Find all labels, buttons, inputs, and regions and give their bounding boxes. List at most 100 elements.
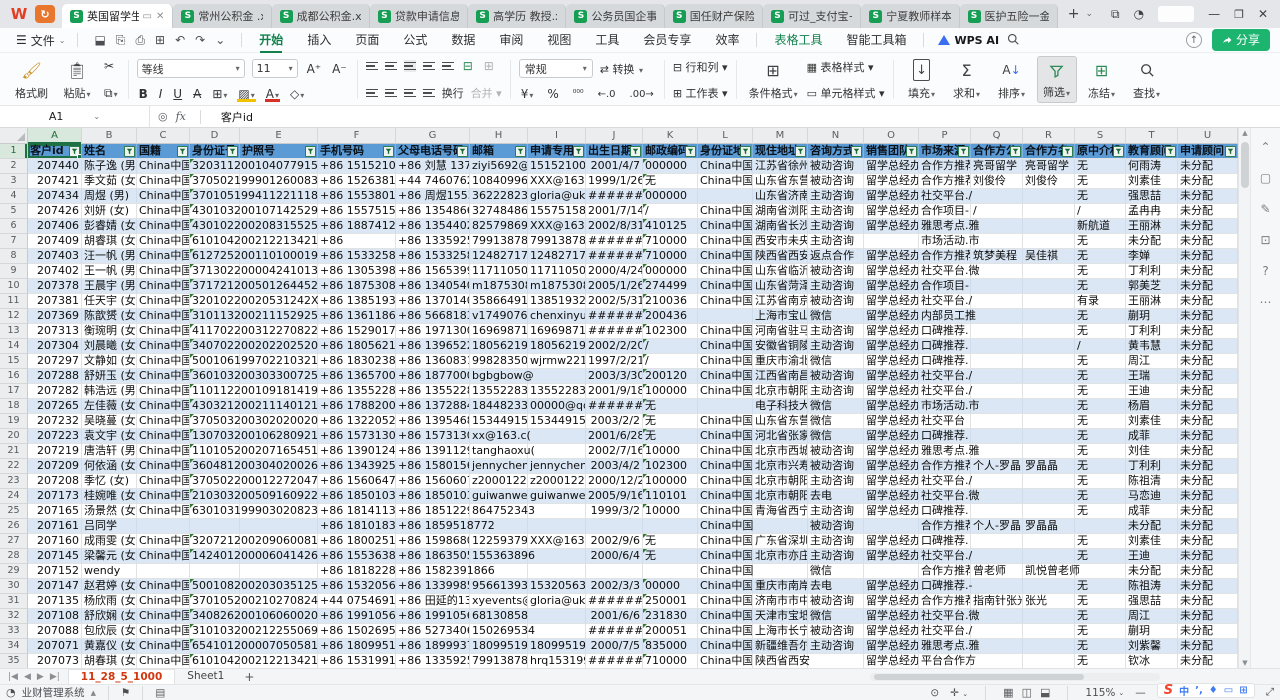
cell[interactable]: 207160 xyxy=(28,534,82,548)
cell[interactable]: bgbgbow@ xyxy=(470,369,528,383)
cell[interactable]: +86 1354866895 xyxy=(396,204,470,218)
cell[interactable]: 周煜 (男) xyxy=(82,189,137,203)
column-header-R[interactable]: R xyxy=(1023,128,1075,144)
header-filter-icon[interactable] xyxy=(851,146,862,157)
cell[interactable] xyxy=(528,369,586,383)
cell[interactable] xyxy=(1023,219,1075,233)
column-header-E[interactable]: E xyxy=(240,128,318,144)
cell[interactable]: 155363896 xyxy=(470,549,528,563)
minimize-button[interactable]: — xyxy=(1208,7,1220,21)
cell[interactable]: China中国 xyxy=(137,444,190,458)
row-header-19[interactable]: 19 xyxy=(0,414,28,429)
cell[interactable]: 湖南省浏阳 xyxy=(753,204,808,218)
cell[interactable]: 被动咨询 xyxy=(808,519,864,533)
wrap-icon[interactable]: ⊟ xyxy=(461,59,475,73)
cell[interactable]: 207173 xyxy=(28,489,82,503)
cell[interactable]: +86 56681836 xyxy=(396,309,470,323)
cell[interactable]: 无 xyxy=(643,414,698,428)
cell[interactable] xyxy=(1023,549,1075,563)
cell[interactable]: 留学总经办 xyxy=(864,369,919,383)
cell[interactable]: +86 13053983 xyxy=(318,264,396,278)
cell[interactable]: 汤景然 (女 xyxy=(82,504,137,518)
cell[interactable]: 曾老师 xyxy=(971,564,1023,578)
cell[interactable]: 主动咨询 xyxy=(808,279,864,293)
cell[interactable]: 430103200107142529 xyxy=(190,204,240,218)
row-header-31[interactable]: 31 xyxy=(0,594,28,609)
cell[interactable] xyxy=(1023,429,1075,443)
cell[interactable]: 无 xyxy=(643,534,698,548)
cell[interactable]: 何依涵 (女 xyxy=(82,459,137,473)
cell[interactable]: 2002/2/20 xyxy=(586,339,643,353)
cell[interactable]: 207434 xyxy=(28,189,82,203)
close-button[interactable]: ✕ xyxy=(1258,7,1268,21)
document-tab[interactable]: S医护五险一金.xlsx xyxy=(960,4,1058,28)
header-cell-J[interactable]: 出生日期 xyxy=(586,144,643,158)
cell[interactable] xyxy=(698,189,753,203)
cell[interactable]: 654101200007050581 xyxy=(190,639,240,653)
row-header-32[interactable]: 32 xyxy=(0,609,28,624)
cell[interactable]: China中国 xyxy=(698,249,753,263)
cell[interactable]: 未分配 xyxy=(1178,624,1238,638)
cell[interactable] xyxy=(643,519,698,533)
cell[interactable]: 内部员工推 xyxy=(919,309,971,323)
cell[interactable]: 主动咨询 xyxy=(808,504,864,518)
cell[interactable]: 主动咨询 xyxy=(808,384,864,398)
cell[interactable]: 微信 xyxy=(808,309,864,323)
cell[interactable]: 无 xyxy=(1075,249,1126,263)
cell[interactable]: China中国 xyxy=(137,429,190,443)
cell[interactable]: 无 xyxy=(1075,189,1126,203)
cell[interactable]: 留学总经办 xyxy=(864,159,919,173)
cell[interactable]: China中国 xyxy=(698,174,753,188)
cell[interactable]: 社交平台./ xyxy=(919,474,971,488)
cell[interactable]: 衡琬明 (女 xyxy=(82,324,137,338)
cell[interactable]: 留学总经办 xyxy=(864,279,919,293)
cell[interactable]: 无 xyxy=(1075,624,1126,638)
cell[interactable]: China中国 xyxy=(698,609,753,623)
cell[interactable]: 社交平台.微 xyxy=(919,609,971,623)
cell[interactable]: 207378 xyxy=(28,279,82,293)
document-tab[interactable]: S宁夏教师样本.xlsx xyxy=(861,4,959,28)
cell[interactable] xyxy=(1023,279,1075,293)
cell[interactable]: +86 1335925706 xyxy=(396,654,470,668)
cell[interactable]: China中国 xyxy=(698,489,753,503)
cell[interactable]: 207288 xyxy=(28,369,82,383)
cell[interactable]: China中国 xyxy=(137,639,190,653)
cell[interactable]: 舒欣娴 (女 xyxy=(82,609,137,623)
column-header-G[interactable]: G xyxy=(396,128,470,144)
cell[interactable]: China中国 xyxy=(698,639,753,653)
cell[interactable]: 强思喆 xyxy=(1126,189,1178,203)
cell[interactable]: 207219 xyxy=(28,444,82,458)
cell[interactable]: 207208 xyxy=(28,474,82,488)
cell[interactable]: 1997/2/21 xyxy=(586,354,643,368)
cell[interactable]: 合作方推荐 xyxy=(919,564,971,578)
cell[interactable]: 被动咨询 xyxy=(808,264,864,278)
eye-icon[interactable]: ⊙ xyxy=(930,687,939,699)
cell[interactable] xyxy=(528,429,586,443)
cell[interactable]: 124827175 xyxy=(528,249,586,263)
cell[interactable] xyxy=(808,654,864,668)
menu-tab-会员专享[interactable]: 会员专享 xyxy=(632,29,702,51)
column-header-B[interactable]: B xyxy=(82,128,137,144)
cell[interactable]: 未分配 xyxy=(1178,504,1238,518)
cell[interactable]: +86 田延的1395 xyxy=(396,594,470,608)
cell[interactable]: +86 1340540988 xyxy=(396,279,470,293)
cell[interactable]: 32010220020531242X xyxy=(190,294,240,308)
cell[interactable]: 刘妍 (女) xyxy=(82,204,137,218)
row-header-33[interactable]: 33 xyxy=(0,624,28,639)
cell[interactable]: 留学总经办 xyxy=(864,219,919,233)
find-button[interactable]: 查找▾ xyxy=(1127,56,1167,103)
cell[interactable]: hrq153199 xyxy=(528,654,586,668)
cell[interactable]: 2001/6/6 xyxy=(586,609,643,623)
cell[interactable]: 207421 xyxy=(28,174,82,188)
cell[interactable] xyxy=(643,564,698,578)
header-cell-D[interactable]: 身份证号 xyxy=(190,144,240,158)
cell[interactable]: 微信 xyxy=(808,414,864,428)
chart-icon[interactable]: ⊡ xyxy=(1260,233,1270,247)
align-left-icon[interactable] xyxy=(366,87,378,100)
cell[interactable]: China中国 xyxy=(698,594,753,608)
cell[interactable]: 411702200312270822 xyxy=(190,324,240,338)
search-icon[interactable] xyxy=(1007,33,1019,48)
cell[interactable]: 留学总经办 xyxy=(864,189,919,203)
cell[interactable] xyxy=(971,294,1023,308)
input-punct-icon[interactable]: ’, xyxy=(1195,685,1203,696)
